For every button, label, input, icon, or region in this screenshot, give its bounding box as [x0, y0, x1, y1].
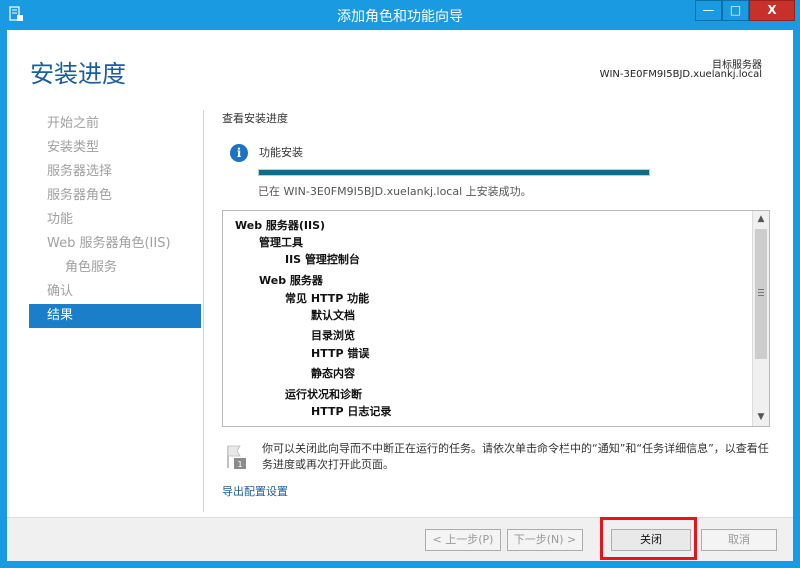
nav-item-installation-type[interactable]: 安装类型: [29, 136, 201, 160]
section-title: 查看安装进度: [222, 112, 288, 125]
scroll-down-icon[interactable]: ▼: [753, 409, 769, 426]
maximize-button[interactable]: □: [722, 0, 749, 21]
install-status-text: 已在 WIN-3E0FM9I5BJD.xuelankj.local 上安装成功。: [258, 185, 532, 198]
list-item: 管理工具: [259, 236, 303, 249]
notification-flag-icon: 1: [227, 445, 246, 469]
info-icon: i: [230, 144, 248, 162]
list-item: Web 服务器: [259, 274, 323, 287]
scroll-thumb[interactable]: [755, 229, 767, 359]
nav-item-server-roles[interactable]: 服务器角色: [29, 184, 201, 208]
list-item: 默认文档: [311, 309, 355, 322]
nav-item-features[interactable]: 功能: [29, 208, 201, 232]
nav-item-server-selection[interactable]: 服务器选择: [29, 160, 201, 184]
nav-item-results[interactable]: 结果: [29, 304, 201, 328]
nav-item-before-you-begin[interactable]: 开始之前: [29, 112, 201, 136]
nav-item-confirmation[interactable]: 确认: [29, 280, 201, 304]
export-config-link[interactable]: 导出配置设置: [222, 483, 288, 499]
list-item: 运行状况和诊断: [285, 388, 362, 401]
close-button-highlight: [600, 517, 697, 560]
window-close-button[interactable]: X: [749, 0, 795, 21]
scroll-up-icon[interactable]: ▲: [753, 211, 769, 228]
previous-button[interactable]: < 上一步(P): [425, 529, 501, 551]
results-list[interactable]: Web 服务器(IIS) 管理工具 IIS 管理控制台 Web 服务器 常见 H…: [222, 210, 770, 427]
target-server-name: WIN-3E0FM9I5BJD.xuelankj.local: [599, 69, 762, 80]
feature-install-label: 功能安装: [259, 146, 303, 159]
list-item: 常见 HTTP 功能: [285, 292, 370, 305]
minimize-button[interactable]: —: [695, 0, 722, 21]
wizard-nav: 开始之前 安装类型 服务器选择 服务器角色 功能 Web 服务器角色(IIS) …: [29, 112, 201, 328]
nav-item-role-services[interactable]: 角色服务: [29, 256, 201, 280]
results-scrollbar[interactable]: ▲ ▼: [752, 211, 769, 426]
progress-fill: [259, 170, 649, 175]
list-item: HTTP 错误: [311, 347, 370, 360]
list-item: IIS 管理控制台: [285, 253, 360, 266]
window-title: 添加角色和功能向导: [337, 9, 463, 25]
title-bar: 添加角色和功能向导 — □ X: [0, 0, 800, 30]
list-item: Web 服务器(IIS): [235, 219, 326, 232]
next-button[interactable]: 下一步(N) >: [507, 529, 583, 551]
nav-item-web-server-role[interactable]: Web 服务器角色(IIS): [29, 232, 201, 256]
list-item: 静态内容: [311, 367, 355, 380]
svg-text:1: 1: [237, 460, 242, 469]
cancel-button[interactable]: 取消: [701, 529, 777, 551]
list-item: HTTP 日志记录: [311, 405, 392, 418]
list-item: 目录浏览: [311, 329, 355, 342]
nav-divider: [203, 110, 204, 512]
close-notice-text: 你可以关闭此向导而不中断正在运行的任务。请依次单击命令栏中的“通知”和“任务详细…: [262, 442, 769, 471]
page-title: 安装进度: [30, 60, 126, 88]
install-progress-bar: [258, 169, 650, 176]
